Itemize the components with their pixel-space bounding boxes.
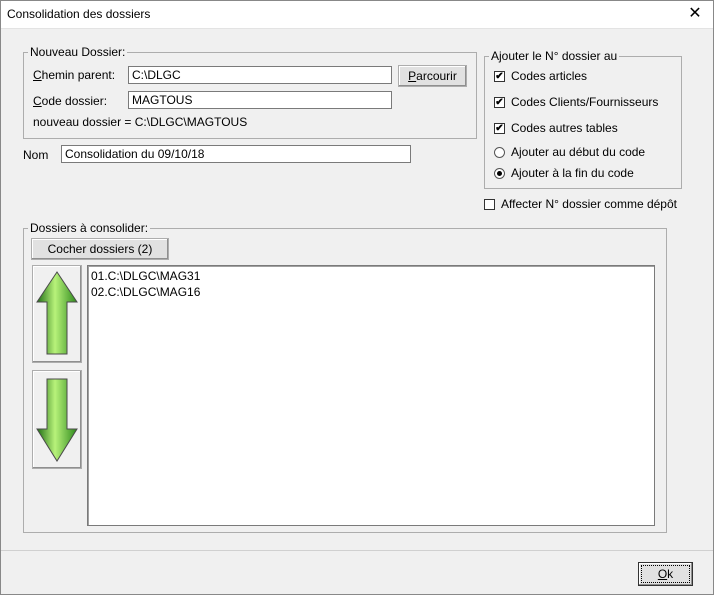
code-dossier-input[interactable]: MAGTOUS <box>128 91 392 109</box>
parcourir-button[interactable]: Parcourir <box>398 65 467 87</box>
code-dossier-label: Code dossier: <box>33 94 108 108</box>
list-item[interactable]: 02.C:\DLGC\MAG16 <box>88 284 654 300</box>
position-radio[interactable] <box>494 168 505 179</box>
arrow-down-icon <box>36 378 78 462</box>
arrow-up-icon <box>36 271 78 355</box>
window-title: Consolidation des dossiers <box>7 7 151 21</box>
cocher-dossiers-button[interactable]: Cocher dossiers (2) <box>31 238 169 260</box>
close-icon[interactable]: ✕ <box>683 4 707 24</box>
codes-checkbox[interactable]: ✔ <box>494 123 505 134</box>
nouveau-dossier-legend: Nouveau Dossier: <box>30 45 126 59</box>
ajouter-option-label[interactable]: Ajouter à la fin du code <box>511 166 634 180</box>
codes-checkbox[interactable]: ✔ <box>494 71 505 82</box>
ok-button[interactable]: Ok <box>638 562 693 586</box>
nom-label: Nom <box>23 148 49 162</box>
ajouter-option-label[interactable]: Codes articles <box>511 69 587 83</box>
ajouter-option-label[interactable]: Ajouter au début du code <box>511 145 645 159</box>
ajouter-option-label[interactable]: Codes autres tables <box>511 121 618 135</box>
ajouter-option-label[interactable]: Codes Clients/Fournisseurs <box>511 95 658 109</box>
move-up-button[interactable] <box>32 265 82 363</box>
position-radio[interactable] <box>494 147 505 158</box>
depot-checkbox[interactable] <box>484 199 495 210</box>
chemin-parent-input[interactable]: C:\DLGC <box>128 66 392 84</box>
move-down-button[interactable] <box>32 370 82 469</box>
list-item[interactable]: 01.C:\DLGC\MAG31 <box>88 268 654 284</box>
codes-checkbox[interactable]: ✔ <box>494 97 505 108</box>
dialog-window: Consolidation des dossiers ✕ Nouveau Dos… <box>0 0 714 595</box>
nouveau-dossier-text: nouveau dossier = C:\DLGC\MAGTOUS <box>33 115 248 129</box>
dossiers-legend: Dossiers à consolider: <box>30 221 149 235</box>
ajouter-legend: Ajouter le N° dossier au <box>491 49 618 63</box>
dossiers-list[interactable]: 01.C:\DLGC\MAG31 02.C:\DLGC\MAG16 <box>87 265 655 526</box>
chemin-parent-label: Chemin parent: <box>33 68 116 82</box>
nom-input[interactable]: Consolidation du 09/10/18 <box>61 145 411 163</box>
footer-divider <box>1 550 713 551</box>
depot-label[interactable]: Affecter N° dossier comme dépôt <box>501 197 677 211</box>
title-bar: Consolidation des dossiers ✕ <box>1 1 713 29</box>
